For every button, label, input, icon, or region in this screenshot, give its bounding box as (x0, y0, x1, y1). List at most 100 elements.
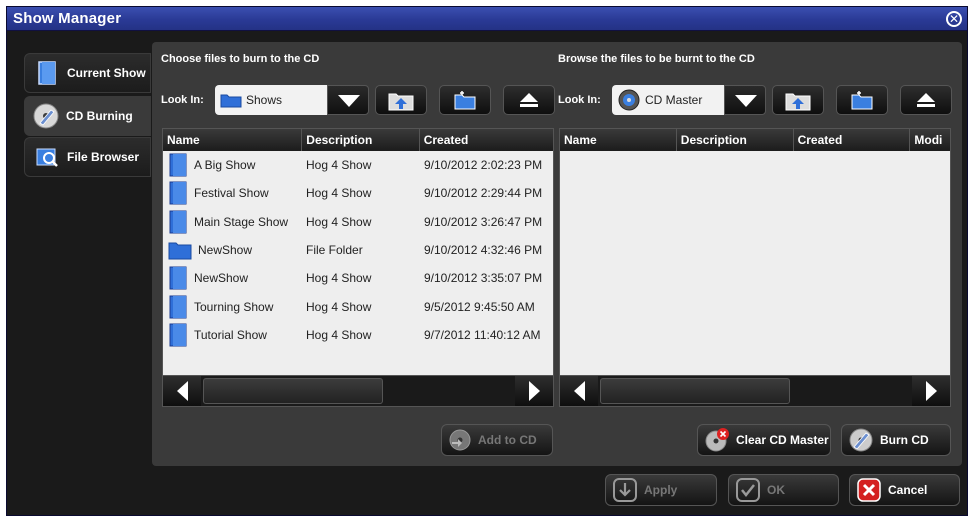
tab-label: Current Show (67, 66, 146, 80)
file-name: Tutorial Show (194, 327, 267, 342)
column-header-description[interactable]: Description (677, 129, 794, 151)
eject-icon (520, 93, 538, 107)
cell-created: 9/10/2012 4:32:46 PM (424, 243, 543, 258)
cell-name: Tutorial Show (163, 323, 302, 347)
scroll-thumb[interactable] (600, 378, 790, 404)
scroll-left-icon[interactable] (163, 376, 201, 406)
add-to-cd-button[interactable]: Add to CD (441, 424, 553, 456)
show-manager-window: Show Manager ✕ Current Show CD Burning F… (6, 6, 968, 516)
tab-cd-burning[interactable]: CD Burning (24, 96, 151, 136)
list-item[interactable]: Tourning Show Hog 4 Show 9/5/2012 9:45:50 … (163, 292, 553, 320)
cancel-button[interactable]: Cancel (849, 474, 960, 506)
right-folder-up-button[interactable] (772, 85, 824, 115)
cell-description: Hog 4 Show (306, 186, 372, 201)
show-file-icon (169, 153, 187, 177)
cell-description: Hog 4 Show (306, 271, 372, 286)
file-name: A Big Show (194, 158, 256, 173)
left-look-in-label: Look In: (161, 94, 204, 106)
list-item[interactable]: Tutorial Show Hog 4 Show 9/7/2012 11:40:12… (163, 321, 553, 349)
file-name: Main Stage Show (194, 214, 289, 229)
column-header-modified[interactable]: Modi (910, 129, 950, 151)
clear-cd-master-button[interactable]: Clear CD Master (697, 424, 831, 456)
left-list-rows: A Big Show Hog 4 Show 9/10/2012 2:02:23 PM… (163, 151, 553, 349)
cd-burning-icon (33, 103, 59, 129)
cell-description: Hog 4 Show (306, 158, 372, 173)
right-horizontal-scrollbar[interactable] (559, 375, 951, 407)
list-item[interactable]: Main Stage Show Hog 4 Show 9/10/2012 3:26:… (163, 208, 553, 236)
tab-label: CD Burning (66, 109, 133, 123)
cell-name: Tourning Show (163, 295, 302, 319)
folder-icon (220, 94, 242, 108)
left-new-folder-button[interactable] (439, 85, 491, 115)
folder-icon (168, 242, 192, 260)
close-icon[interactable]: ✕ (946, 11, 962, 27)
right-file-list: Name Description Created Modi (559, 128, 951, 376)
cell-description: Hog 4 Show (306, 299, 372, 314)
apply-icon (613, 478, 637, 502)
clear-cd-icon (705, 428, 729, 452)
column-header-created[interactable]: Created (794, 129, 911, 151)
list-item[interactable]: NewShow File Folder 9/10/2012 4:32:46 PM (163, 236, 553, 264)
scroll-right-icon[interactable] (515, 376, 553, 406)
cell-created: 9/10/2012 3:26:47 PM (424, 214, 543, 229)
file-browser-icon (36, 148, 58, 167)
right-look-in-combo[interactable]: CD Master (612, 85, 724, 115)
left-eject-button[interactable] (503, 85, 555, 115)
ok-button[interactable]: OK (728, 474, 839, 506)
show-file-icon (169, 323, 187, 347)
cell-name: A Big Show (163, 153, 302, 177)
apply-button[interactable]: Apply (605, 474, 717, 506)
cell-created: 9/10/2012 2:02:23 PM (424, 158, 543, 173)
list-item[interactable]: A Big Show Hog 4 Show 9/10/2012 2:02:23 PM (163, 151, 553, 179)
left-horizontal-scrollbar[interactable] (162, 375, 554, 407)
column-header-created[interactable]: Created (420, 129, 553, 151)
burn-cd-icon (849, 428, 873, 452)
cd-burning-panel: Choose files to burn to the CD Look In: … (152, 42, 962, 466)
file-name: NewShow (194, 271, 249, 286)
column-header-description[interactable]: Description (302, 129, 420, 151)
cell-created: 9/7/2012 11:40:12 AM (424, 327, 541, 342)
left-folder-up-button[interactable] (375, 85, 427, 115)
cell-description: Hog 4 Show (306, 327, 372, 342)
file-name: NewShow (198, 243, 253, 258)
scroll-left-icon[interactable] (560, 376, 598, 406)
cancel-x-icon (857, 478, 881, 502)
left-list-header: Name Description Created (163, 129, 553, 151)
add-to-cd-icon (449, 429, 471, 451)
apply-label: Apply (644, 483, 678, 497)
cd-master-icon (618, 89, 640, 111)
tab-label: File Browser (67, 150, 140, 164)
clear-cd-master-label: Clear CD Master (736, 433, 829, 447)
cell-name: Main Stage Show (163, 210, 302, 234)
left-file-list: Name Description Created A Big Show Hog 4… (162, 128, 554, 376)
list-item[interactable]: Festival Show Hog 4 Show 9/10/2012 2:29:44… (163, 179, 553, 207)
ok-check-icon (736, 478, 760, 502)
window-title: Show Manager (13, 10, 122, 27)
new-folder-icon (851, 91, 873, 110)
list-item[interactable]: NewShow Hog 4 Show 9/10/2012 3:35:07 PM (163, 264, 553, 292)
cancel-label: Cancel (888, 483, 928, 497)
show-file-icon (169, 181, 187, 205)
right-pane-caption: Browse the files to be burnt to the CD (558, 53, 755, 65)
right-look-in-dropdown-button[interactable] (724, 85, 766, 115)
cell-name: NewShow (163, 240, 302, 260)
scroll-thumb[interactable] (203, 378, 383, 404)
column-header-name[interactable]: Name (163, 129, 303, 151)
left-look-in-combo[interactable]: Shows (215, 85, 327, 115)
left-look-in-dropdown-button[interactable] (327, 85, 369, 115)
left-pane-caption: Choose files to burn to the CD (161, 53, 320, 65)
column-header-name[interactable]: Name (560, 129, 677, 151)
folder-up-icon (388, 93, 414, 111)
burn-cd-label: Burn CD (880, 433, 929, 447)
burn-cd-button[interactable]: Burn CD (841, 424, 951, 456)
right-eject-button[interactable] (900, 85, 952, 115)
folder-up-icon (785, 93, 811, 111)
right-new-folder-button[interactable] (836, 85, 888, 115)
tab-current-show[interactable]: Current Show (24, 53, 151, 93)
scroll-right-icon[interactable] (912, 376, 950, 406)
show-file-icon (169, 266, 187, 290)
cell-description: File Folder (306, 243, 363, 258)
cell-name: Festival Show (163, 181, 302, 205)
tab-file-browser[interactable]: File Browser (24, 137, 151, 177)
title-bar: Show Manager ✕ (7, 7, 967, 31)
